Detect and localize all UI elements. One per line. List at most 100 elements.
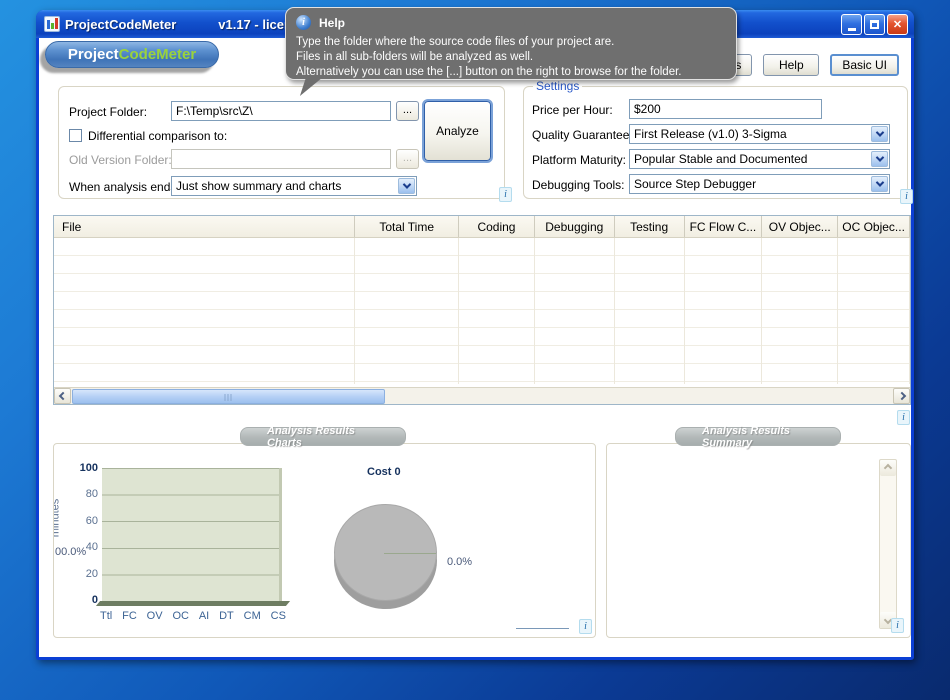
when-ends-select[interactable]: Just show summary and charts	[171, 176, 417, 196]
table-header-row: FileTotal TimeCodingDebuggingTestingFC F…	[54, 216, 910, 238]
debugging-label: Debugging Tools:	[532, 178, 625, 192]
chevron-down-icon	[875, 178, 883, 186]
maximize-icon	[870, 20, 879, 29]
minimize-icon	[848, 28, 856, 31]
pie-chart-title: Cost 0	[367, 466, 401, 478]
chevron-down-icon	[402, 180, 410, 188]
table-body[interactable]	[54, 238, 910, 384]
basic-ui-button[interactable]: Basic UI	[830, 54, 899, 76]
grip-icon	[224, 394, 233, 401]
bar-x-categories: TtlFCOVOCAIDTCMCS	[100, 610, 286, 622]
table-column-header[interactable]: Total Time	[355, 216, 459, 237]
table-column-header[interactable]: OV Objec...	[762, 216, 838, 237]
legend-line	[516, 628, 569, 629]
tooltip-lines: Type the folder where the source code fi…	[296, 35, 726, 80]
pie-label-left: 00.0%	[55, 546, 86, 558]
old-version-label: Old Version Folder:	[69, 153, 172, 167]
x-category-label: CM	[244, 610, 261, 622]
x-category-label: OC	[172, 610, 189, 622]
x-category-label: FC	[122, 610, 137, 622]
tooltip-title: Help	[319, 16, 345, 30]
old-version-browse-button: ...	[396, 149, 419, 169]
project-folder-input[interactable]	[171, 101, 391, 121]
table-body-column	[838, 238, 910, 384]
analyze-button[interactable]: Analyze	[424, 101, 491, 161]
scroll-left-button[interactable]	[54, 388, 71, 404]
tooltip-line: Files in all sub-folders will be analyze…	[296, 50, 726, 65]
tab-analysis-results-charts[interactable]: Analysis Results Charts	[240, 427, 406, 446]
price-label: Price per Hour:	[532, 103, 613, 117]
table-body-column	[762, 238, 838, 384]
platform-label: Platform Maturity:	[532, 153, 626, 167]
differential-label: Differential comparison to:	[88, 129, 227, 143]
logo-part2: CodeMeter	[119, 46, 197, 63]
bar-chart-floor	[96, 601, 290, 606]
y-tick-label: 100	[62, 462, 98, 474]
table-column-header[interactable]: Testing	[615, 216, 685, 237]
info-icon[interactable]: i	[579, 619, 592, 634]
scrollbar-thumb[interactable]	[72, 389, 385, 404]
table-body-column	[615, 238, 685, 384]
chevron-left-icon	[58, 392, 66, 400]
table-column-header[interactable]: FC Flow C...	[685, 216, 763, 237]
when-ends-label: When analysis ends:	[69, 180, 180, 194]
scroll-up-button[interactable]	[880, 460, 896, 476]
price-input[interactable]	[629, 99, 822, 119]
horizontal-scrollbar[interactable]	[54, 387, 910, 404]
x-category-label: Ttl	[100, 610, 112, 622]
platform-dropdown-button[interactable]	[871, 151, 888, 167]
quality-value: First Release (v1.0) 3-Sigma	[634, 127, 787, 141]
scroll-right-button[interactable]	[893, 388, 910, 404]
tooltip-line: Alternatively you can use the [...] butt…	[296, 65, 726, 80]
project-folder-browse-button[interactable]: ...	[396, 101, 419, 121]
when-ends-dropdown-button[interactable]	[398, 178, 415, 194]
x-category-label: CS	[271, 610, 286, 622]
y-tick-label: 80	[62, 488, 98, 500]
results-table: FileTotal TimeCodingDebuggingTestingFC F…	[53, 215, 911, 405]
close-button[interactable]: ✕	[887, 14, 908, 35]
app-window: ProjectCodeMeter v1.17 - licens ✕ Projec…	[36, 10, 914, 660]
bar-y-axis-label: minutes	[53, 499, 61, 538]
window-title: ProjectCodeMeter	[65, 17, 176, 32]
table-column-header[interactable]: Debugging	[535, 216, 615, 237]
chevron-down-icon	[875, 128, 883, 136]
differential-checkbox[interactable]	[69, 129, 82, 142]
summary-panel: i	[606, 443, 911, 638]
bar-chart-plot-area	[102, 468, 282, 601]
help-button[interactable]: Help	[763, 54, 819, 76]
y-tick-label: 0	[62, 594, 98, 606]
debugging-select[interactable]: Source Step Debugger	[629, 174, 890, 194]
tooltip-line: Type the folder where the source code fi…	[296, 35, 726, 50]
y-tick-label: 20	[62, 568, 98, 580]
platform-select[interactable]: Popular Stable and Documented	[629, 149, 890, 169]
info-icon[interactable]: i	[499, 187, 512, 202]
when-ends-value: Just show summary and charts	[176, 179, 341, 193]
info-icon[interactable]: i	[891, 618, 904, 633]
info-ball-icon: i	[296, 15, 311, 30]
app-icon	[44, 16, 60, 32]
settings-group: Settings Price per Hour: Quality Guarant…	[523, 86, 908, 199]
old-version-input	[171, 149, 391, 169]
table-body-column	[54, 238, 355, 384]
chevron-down-icon	[875, 153, 883, 161]
maximize-button[interactable]	[864, 14, 885, 35]
table-column-header[interactable]: Coding	[459, 216, 535, 237]
settings-group-caption: Settings	[533, 79, 582, 93]
y-tick-label: 60	[62, 515, 98, 527]
chevron-right-icon	[897, 392, 905, 400]
pie-label-right: 0.0%	[447, 556, 472, 568]
quality-select[interactable]: First Release (v1.0) 3-Sigma	[629, 124, 890, 144]
minimize-button[interactable]	[841, 14, 862, 35]
info-icon[interactable]: i	[900, 189, 913, 204]
x-category-label: OV	[147, 610, 163, 622]
help-tooltip: i Help Type the folder where the source …	[285, 7, 737, 80]
quality-dropdown-button[interactable]	[871, 126, 888, 142]
table-column-header[interactable]: File	[54, 216, 355, 237]
debugging-value: Source Step Debugger	[634, 177, 756, 191]
vertical-scrollbar[interactable]	[879, 459, 897, 629]
table-column-header[interactable]: OC Objec...	[838, 216, 910, 237]
tab-analysis-results-summary[interactable]: Analysis Results Summary	[675, 427, 841, 446]
debugging-dropdown-button[interactable]	[871, 176, 888, 192]
info-icon[interactable]: i	[897, 410, 910, 425]
bar-y-ticks: 100806040200	[62, 462, 98, 606]
